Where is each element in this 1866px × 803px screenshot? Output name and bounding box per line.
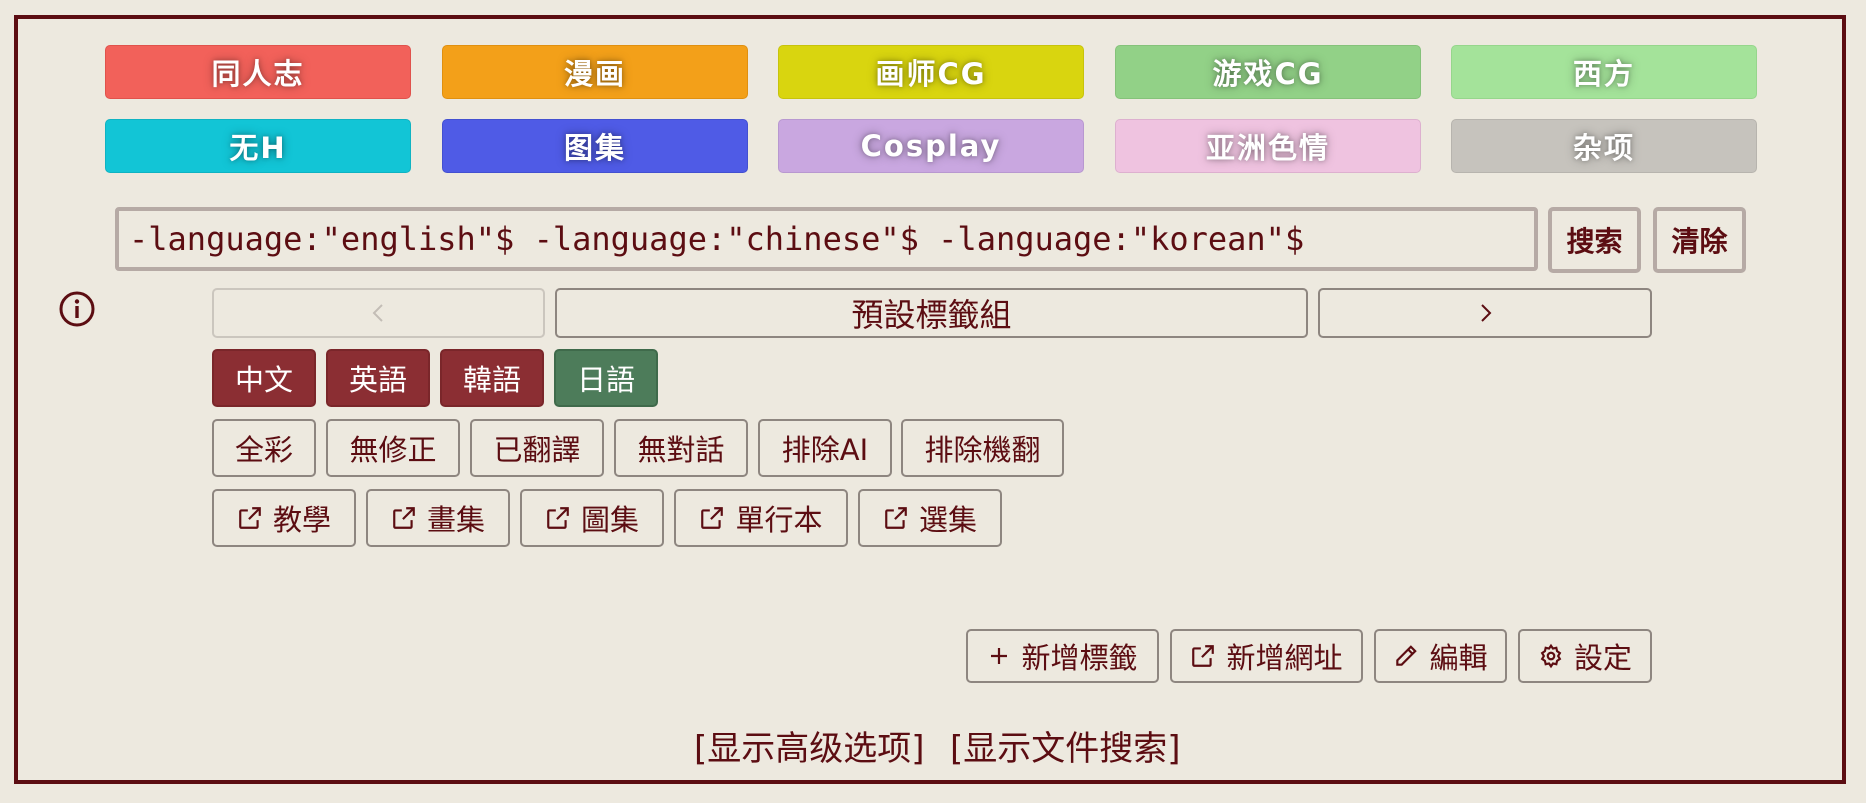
show-file-search-link[interactable]: [显示文件搜索] [950, 721, 1181, 770]
edit-button[interactable]: 編輯 [1374, 629, 1507, 683]
category-western-button[interactable]: 西方 [1451, 45, 1757, 99]
gear-icon [1540, 643, 1562, 669]
category-asian-porn-button[interactable]: 亚洲色情 [1115, 119, 1421, 173]
external-link-icon [1192, 645, 1215, 667]
category-artist-cg-button[interactable]: 画师CG [778, 45, 1084, 99]
category-cosplay-button[interactable]: Cosplay [778, 119, 1084, 173]
tag-korean[interactable]: 韓語 [440, 349, 544, 407]
category-manga-button[interactable]: 漫画 [442, 45, 748, 99]
search-input[interactable]: -language:"english"$ -language:"chinese"… [115, 207, 1538, 271]
external-link-icon [885, 507, 907, 529]
link-label: 畫集 [426, 503, 485, 537]
add-url-button[interactable]: 新增網址 [1170, 629, 1363, 683]
category-non-h-button[interactable]: 无H [105, 119, 411, 173]
prev-tag-group-button[interactable] [212, 288, 545, 338]
category-misc-button[interactable]: 杂项 [1451, 119, 1757, 173]
link-artbook[interactable]: 畫集 [366, 489, 510, 547]
show-advanced-options-link[interactable]: [显示高级选项] [694, 721, 925, 770]
edit-label: 編輯 [1429, 641, 1488, 675]
link-tankoubon[interactable]: 單行本 [674, 489, 848, 547]
external-link-icon [701, 507, 724, 529]
next-tag-group-button[interactable] [1318, 288, 1652, 338]
tag-no-dialogue[interactable]: 無對話 [614, 419, 748, 477]
chevron-right-icon [1481, 304, 1492, 322]
tag-uncensored[interactable]: 無修正 [326, 419, 460, 477]
tag-exclude-ai[interactable]: 排除AI [758, 419, 892, 477]
category-image-set-button[interactable]: 图集 [442, 119, 748, 173]
settings-label: 設定 [1573, 641, 1632, 675]
external-link-icon [547, 507, 569, 529]
external-link-icon [393, 507, 415, 529]
link-image-set[interactable]: 圖集 [520, 489, 664, 547]
tag-group-title: 預設標籤組 [555, 288, 1308, 338]
tag-translated[interactable]: 已翻譯 [470, 419, 604, 477]
link-label: 圖集 [580, 503, 639, 537]
tag-chinese[interactable]: 中文 [212, 349, 316, 407]
link-label: 選集 [918, 503, 977, 537]
tag-full-color[interactable]: 全彩 [212, 419, 316, 477]
tag-english[interactable]: 英語 [326, 349, 430, 407]
link-label: 教學 [272, 503, 331, 537]
external-link-icon [239, 507, 261, 529]
link-label: 單行本 [735, 503, 823, 537]
link-tutorial[interactable]: 教學 [212, 489, 356, 547]
add-tag-label: 新增標籤 [1021, 641, 1138, 675]
chevron-left-icon [372, 304, 383, 322]
add-url-label: 新增網址 [1226, 641, 1343, 675]
clear-button[interactable]: 清除 [1653, 207, 1746, 273]
plus-icon [991, 648, 1008, 664]
category-game-cg-button[interactable]: 游戏CG [1115, 45, 1421, 99]
link-anthology[interactable]: 選集 [858, 489, 1002, 547]
search-button[interactable]: 搜索 [1548, 207, 1641, 273]
settings-button[interactable]: 設定 [1518, 629, 1652, 683]
pencil-icon [1396, 645, 1418, 666]
category-doujinshi-button[interactable]: 同人志 [105, 45, 411, 99]
info-icon[interactable] [58, 290, 96, 328]
tag-exclude-mt[interactable]: 排除機翻 [901, 419, 1064, 477]
add-tag-button[interactable]: 新增標籤 [966, 629, 1159, 683]
tag-japanese[interactable]: 日語 [554, 349, 658, 407]
